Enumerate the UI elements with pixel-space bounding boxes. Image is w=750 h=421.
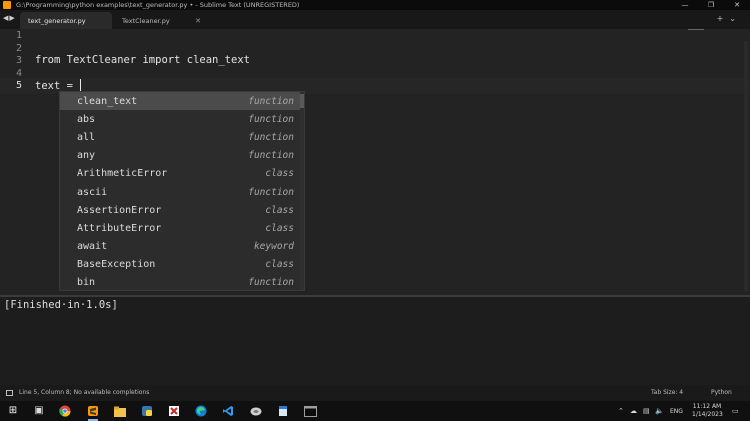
completion-item[interactable]: any function bbox=[60, 147, 304, 165]
line-number: 1 bbox=[15, 30, 22, 41]
completion-name: all bbox=[77, 131, 96, 143]
sublime-text-icon[interactable] bbox=[86, 404, 100, 421]
app-icon-red[interactable] bbox=[167, 404, 181, 418]
completion-item[interactable]: abs function bbox=[60, 110, 304, 128]
completion-kind: class bbox=[265, 222, 294, 234]
title-bar: G:\Programming\python examples\text_gene… bbox=[0, 0, 750, 10]
edge-icon[interactable] bbox=[194, 404, 208, 418]
vscode-icon[interactable] bbox=[221, 404, 235, 418]
editor-scrollbar[interactable] bbox=[744, 41, 748, 291]
completion-name: ascii bbox=[77, 186, 108, 198]
completion-item[interactable]: AssertionError class bbox=[60, 201, 304, 219]
autocomplete-scrollbar[interactable] bbox=[300, 92, 304, 290]
editor-area[interactable]: 1 2 3 4 5 from TextCleaner import clean_… bbox=[0, 29, 750, 295]
completion-kind: class bbox=[265, 168, 294, 180]
clock-date: 1/14/2023 bbox=[692, 411, 723, 418]
line-number: 2 bbox=[15, 43, 22, 54]
completion-kind: function bbox=[248, 95, 294, 107]
build-output-panel[interactable]: [Finished·in·1.0s] bbox=[0, 297, 750, 385]
keyword-import: import bbox=[142, 54, 181, 66]
autocomplete-scroll-thumb[interactable] bbox=[300, 94, 304, 108]
keyword-from: from bbox=[35, 54, 61, 66]
completion-item[interactable]: BaseException class bbox=[60, 256, 304, 274]
tab-text-generator[interactable]: text_generator.py bbox=[20, 12, 112, 29]
completion-kind: class bbox=[265, 259, 294, 271]
tab-textcleaner[interactable]: TextCleaner.py ✕ bbox=[114, 12, 208, 29]
line-number: 3 bbox=[15, 55, 22, 66]
completion-name: ArithmeticError bbox=[77, 168, 168, 180]
syntax-indicator[interactable]: Python bbox=[711, 389, 732, 396]
tab-label: text_generator.py bbox=[28, 16, 86, 25]
maximize-button[interactable]: ❐ bbox=[698, 0, 724, 10]
completion-name: abs bbox=[77, 113, 96, 125]
text-caret bbox=[80, 79, 82, 91]
notifications-icon[interactable]: ▭ bbox=[732, 407, 739, 415]
windows-taskbar: ⊞ ▣ ⌃ ☁ ▤ 🔈 ENG 11:12 AM 1/14/2023 ▭ bbox=[0, 401, 750, 421]
imported-name: clean_text bbox=[180, 54, 250, 66]
autocomplete-popup: clean_text function abs function all functi… bbox=[59, 91, 305, 291]
completion-kind: function bbox=[248, 131, 294, 143]
window-title: G:\Programming\python examples\text_gene… bbox=[16, 1, 300, 9]
completion-name: AttributeError bbox=[77, 222, 162, 234]
language-indicator[interactable]: ENG bbox=[670, 408, 683, 415]
close-window-button[interactable]: ✕ bbox=[724, 0, 750, 10]
completion-item[interactable]: await keyword bbox=[60, 238, 304, 256]
tab-menu-icon[interactable]: ⌄ bbox=[729, 14, 742, 23]
window-controls: — ❐ ✕ bbox=[672, 0, 750, 10]
completion-item[interactable]: ArithmeticError class bbox=[60, 165, 304, 183]
completion-kind: function bbox=[248, 277, 294, 289]
tab-bar: ◀▶ text_generator.py TextCleaner.py ✕ +⌄ bbox=[0, 10, 750, 29]
status-message: Line 5, Column 8; No available completio… bbox=[19, 389, 150, 396]
panel-toggle-icon[interactable] bbox=[6, 390, 13, 396]
completion-name: bin bbox=[77, 277, 96, 289]
line-number-current: 5 bbox=[15, 80, 22, 91]
completion-item[interactable]: ascii function bbox=[60, 183, 304, 201]
completion-kind: keyword bbox=[253, 241, 294, 253]
onedrive-icon[interactable]: ☁ bbox=[630, 407, 637, 415]
minimize-button[interactable]: — bbox=[672, 0, 698, 10]
completion-kind: class bbox=[265, 204, 294, 216]
clock-time: 11:12 AM bbox=[692, 403, 722, 410]
tab-label: TextCleaner.py bbox=[122, 16, 170, 25]
module-name: TextCleaner bbox=[60, 54, 143, 66]
completion-kind: function bbox=[248, 113, 294, 125]
completion-name: clean_text bbox=[77, 95, 138, 107]
tab-tools: +⌄ bbox=[717, 14, 742, 23]
sublime-app-icon bbox=[3, 1, 11, 9]
clock[interactable]: 11:12 AM 1/14/2023 bbox=[692, 403, 723, 419]
tab-size-indicator[interactable]: Tab Size: 4 bbox=[651, 389, 683, 396]
task-view-icon[interactable]: ▣ bbox=[32, 404, 46, 418]
app-icon-gray[interactable] bbox=[249, 404, 263, 418]
completion-kind: function bbox=[248, 186, 294, 198]
build-output-text: [Finished·in·1.0s] bbox=[4, 299, 118, 311]
chrome-icon[interactable] bbox=[58, 404, 72, 418]
completion-item[interactable]: all function bbox=[60, 128, 304, 146]
completion-name: await bbox=[77, 241, 108, 253]
new-tab-icon[interactable]: + bbox=[717, 14, 730, 23]
code-line-3: from TextCleaner import clean_text bbox=[35, 54, 250, 66]
completion-name: any bbox=[77, 150, 96, 162]
completion-item[interactable]: bin function bbox=[60, 274, 304, 290]
line-gutter: 1 2 3 4 5 bbox=[0, 29, 30, 295]
line-number: 4 bbox=[15, 68, 22, 79]
close-tab-icon[interactable]: ✕ bbox=[195, 17, 201, 25]
network-icon[interactable]: ▤ bbox=[643, 407, 650, 415]
completion-name: BaseException bbox=[77, 259, 156, 271]
python-idle-icon[interactable] bbox=[140, 404, 154, 418]
windows-start-icon[interactable]: ⊞ bbox=[6, 404, 20, 418]
status-bar: Line 5, Column 8; No available completio… bbox=[0, 385, 750, 401]
completion-item[interactable]: AttributeError class bbox=[60, 219, 304, 237]
completion-kind: function bbox=[248, 150, 294, 162]
terminal-icon[interactable] bbox=[303, 404, 317, 418]
completion-item[interactable]: clean_text function bbox=[60, 92, 304, 111]
minimap[interactable] bbox=[688, 29, 704, 32]
show-hidden-icons-icon[interactable]: ⌃ bbox=[618, 407, 624, 415]
app-icon-blue[interactable] bbox=[276, 404, 290, 418]
file-explorer-icon[interactable] bbox=[113, 404, 127, 418]
tab-scroll-arrows-icon[interactable]: ◀▶ bbox=[3, 14, 16, 22]
completion-name: AssertionError bbox=[77, 204, 162, 216]
volume-icon[interactable]: 🔈 bbox=[655, 407, 664, 415]
